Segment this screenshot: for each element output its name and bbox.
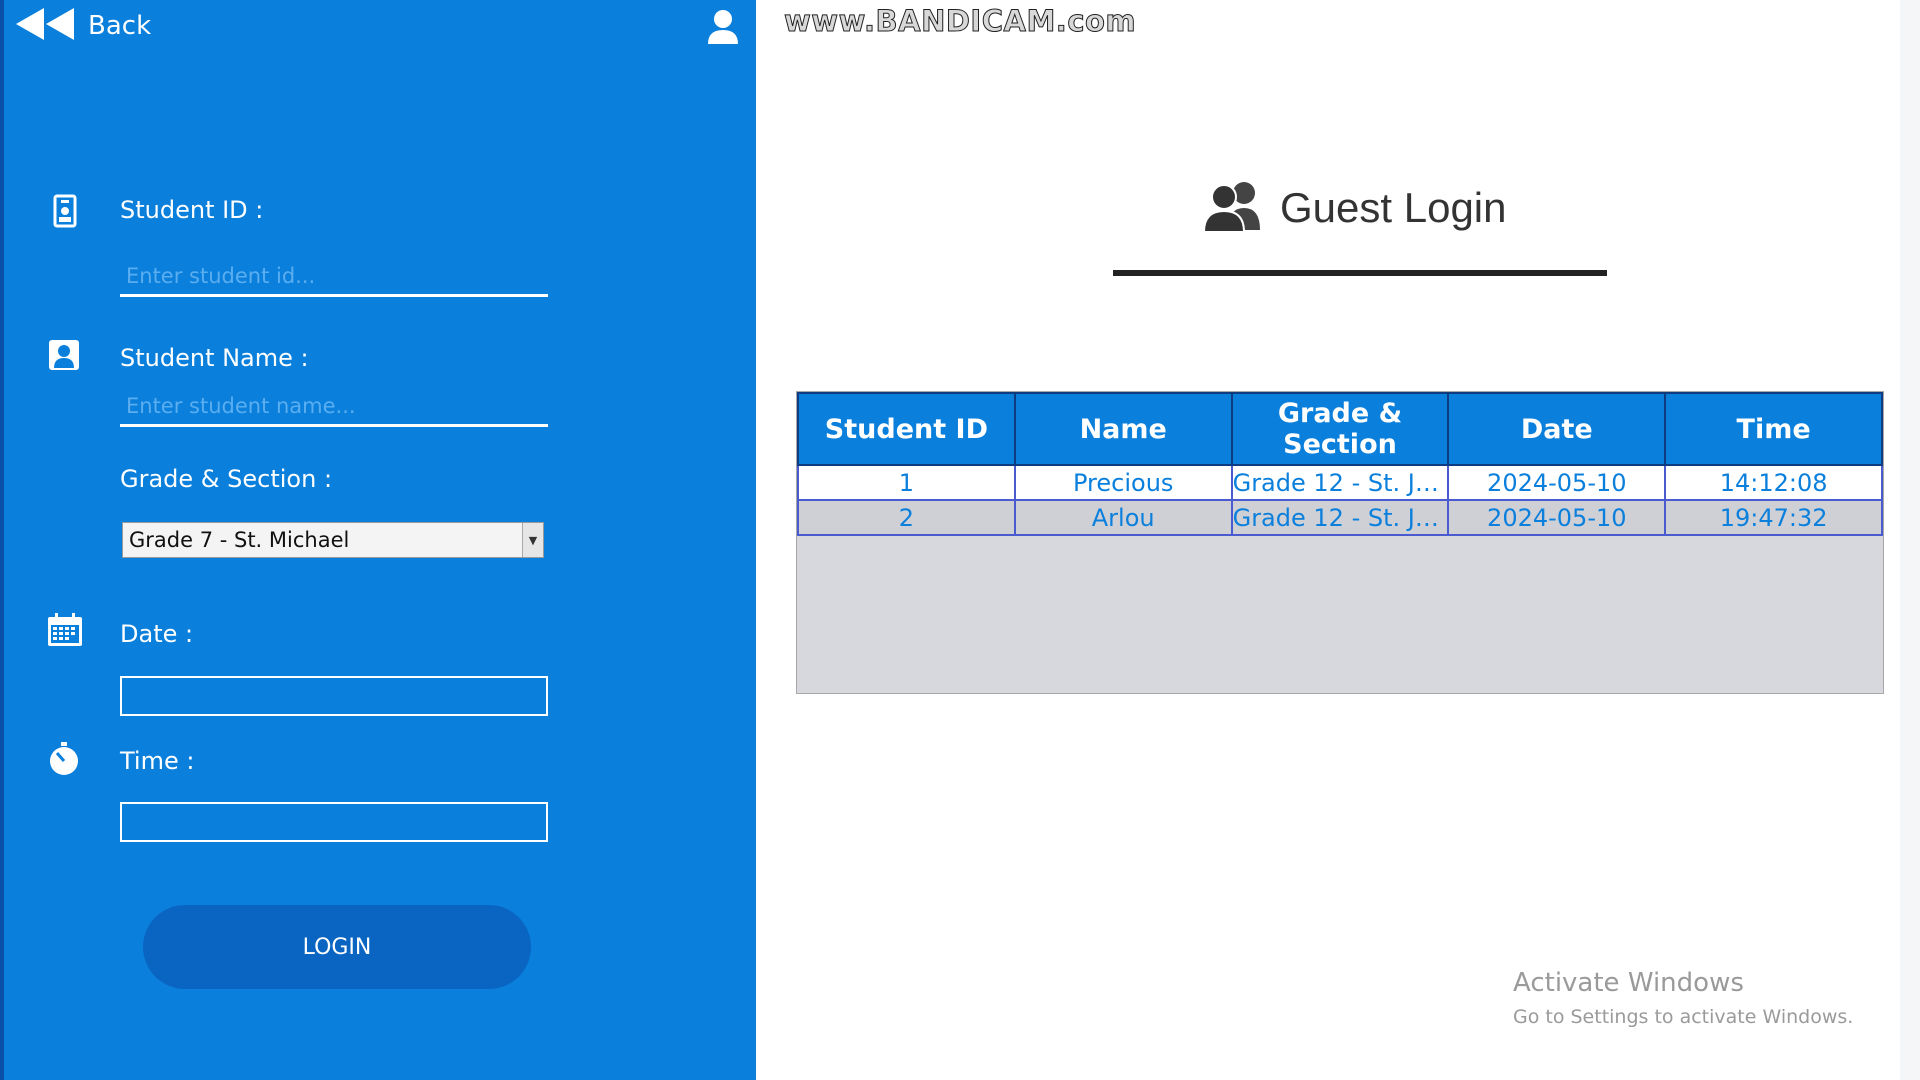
grade-section-value: Grade 7 - St. Michael	[129, 528, 350, 552]
activate-windows-notice: Activate Windows Go to Settings to activ…	[1513, 968, 1853, 1028]
date-input[interactable]	[120, 676, 548, 716]
column-header[interactable]: Grade & Section	[1230, 392, 1450, 466]
student-id-input[interactable]	[120, 257, 548, 297]
stopwatch-icon	[46, 741, 82, 781]
time-label: Time :	[120, 747, 195, 775]
date-label: Date :	[120, 620, 194, 648]
page-title: Guest Login	[1200, 180, 1507, 236]
table-row[interactable]: 2 Arlou Grade 12 - St. Jo... 2024-05-10 …	[797, 499, 1883, 536]
column-header[interactable]: Time	[1664, 392, 1883, 466]
student-id-label: Student ID :	[120, 196, 264, 224]
grade-section-label: Grade & Section :	[120, 465, 333, 493]
table-cell[interactable]: Grade 12 - St. Jo...	[1230, 464, 1450, 501]
time-input[interactable]	[120, 802, 548, 842]
window-edge	[1900, 0, 1920, 1080]
login-form-panel: Back Student ID : Student Name : Grade &…	[0, 0, 756, 1080]
table-row[interactable]: 1 Precious Grade 12 - St. Jo... 2024-05-…	[797, 464, 1883, 501]
column-header[interactable]: Date	[1447, 392, 1667, 466]
id-card-icon	[46, 194, 84, 232]
title-divider	[1113, 270, 1607, 276]
table-cell[interactable]: Precious	[1013, 464, 1233, 501]
users-icon	[1200, 180, 1270, 236]
chevron-down-icon[interactable]: ▼	[522, 523, 543, 557]
table-cell[interactable]: Arlou	[1013, 499, 1233, 536]
page-title-text: Guest Login	[1280, 184, 1507, 231]
user-icon[interactable]	[705, 8, 741, 50]
recorder-watermark: www.BANDICAM.com	[783, 4, 1137, 39]
table-cell[interactable]: 19:47:32	[1664, 499, 1883, 536]
table-header-row: Student ID Name Grade & Section Date Tim…	[797, 392, 1883, 466]
guest-log-table[interactable]: Student ID Name Grade & Section Date Tim…	[796, 391, 1884, 694]
table-cell[interactable]: 2024-05-10	[1447, 499, 1667, 536]
table-cell[interactable]: 14:12:08	[1664, 464, 1883, 501]
table-cell[interactable]: Grade 12 - St. Jo...	[1230, 499, 1450, 536]
column-header[interactable]: Name	[1013, 392, 1233, 466]
table-cell[interactable]: 1	[797, 464, 1016, 501]
contact-icon	[46, 338, 82, 376]
back-button[interactable]: Back	[14, 6, 151, 46]
student-name-input[interactable]	[120, 387, 548, 427]
calendar-icon	[46, 612, 84, 652]
login-button[interactable]: LOGIN	[143, 905, 531, 989]
table-cell[interactable]: 2024-05-10	[1447, 464, 1667, 501]
panel-edge	[0, 0, 4, 1080]
activate-title: Activate Windows	[1513, 968, 1744, 998]
table-cell[interactable]: 2	[797, 499, 1016, 536]
rewind-icon	[14, 6, 78, 46]
grade-section-select[interactable]: Grade 7 - St. Michael ▼	[122, 522, 544, 558]
column-header[interactable]: Student ID	[797, 392, 1016, 466]
activate-subtitle: Go to Settings to activate Windows.	[1513, 1006, 1854, 1028]
back-label: Back	[88, 11, 152, 41]
student-name-label: Student Name :	[120, 344, 309, 372]
